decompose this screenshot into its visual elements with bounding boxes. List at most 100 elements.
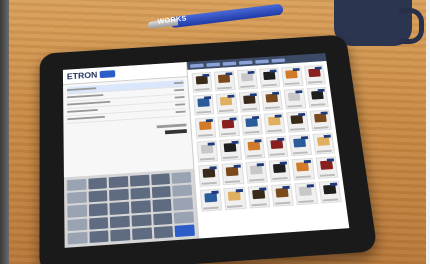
price-tag — [300, 136, 308, 140]
keypad-key[interactable] — [88, 190, 108, 203]
keypad-key[interactable] — [152, 212, 173, 226]
price-tag — [227, 94, 235, 98]
product-tile[interactable] — [268, 159, 292, 183]
keypad-key[interactable] — [129, 174, 150, 187]
keypad-key[interactable] — [67, 231, 88, 245]
category-tab[interactable] — [255, 58, 269, 64]
product-tile[interactable] — [318, 180, 342, 204]
keypad-key[interactable] — [150, 173, 171, 186]
product-tile[interactable] — [193, 94, 215, 116]
keypad-key[interactable] — [132, 227, 152, 241]
keypad-key[interactable] — [67, 178, 87, 192]
keypad-key[interactable] — [67, 191, 87, 205]
keypad-key[interactable] — [109, 202, 130, 215]
keypad-key[interactable] — [171, 171, 192, 185]
product-tile[interactable] — [240, 114, 263, 136]
product-tile[interactable] — [242, 137, 266, 160]
order-line-name — [67, 94, 104, 99]
product-tile[interactable] — [289, 134, 312, 157]
product-image — [228, 191, 242, 201]
product-image — [247, 141, 260, 151]
product-tile[interactable] — [223, 186, 247, 211]
product-tile[interactable] — [236, 69, 259, 90]
product-tile[interactable] — [309, 109, 332, 132]
category-tab[interactable] — [190, 63, 204, 68]
product-tile[interactable] — [217, 115, 240, 138]
product-tile[interactable] — [221, 162, 245, 186]
category-tab[interactable] — [238, 60, 253, 65]
product-caption — [194, 88, 210, 91]
mug-handle — [399, 8, 424, 44]
product-caption — [203, 206, 219, 210]
keypad-key[interactable] — [130, 200, 151, 214]
product-tile[interactable] — [258, 67, 281, 89]
category-tab[interactable] — [222, 61, 237, 66]
product-caption — [262, 83, 278, 87]
keypad-key[interactable] — [89, 230, 109, 244]
product-caption — [269, 152, 285, 156]
keypad-key[interactable] — [67, 218, 87, 231]
price-tag — [233, 164, 241, 168]
price-tag — [247, 70, 255, 74]
keypad-key[interactable] — [151, 186, 172, 199]
price-tag — [254, 139, 262, 143]
product-caption — [307, 80, 323, 84]
product-tile[interactable] — [199, 188, 223, 212]
keypad-key[interactable] — [67, 204, 87, 218]
product-tile[interactable] — [238, 91, 261, 113]
product-caption — [246, 154, 262, 158]
price-tag — [274, 114, 283, 118]
product-tile[interactable] — [263, 112, 286, 135]
product-tile[interactable] — [194, 117, 217, 139]
keypad-key[interactable] — [173, 197, 194, 211]
product-image — [322, 184, 337, 195]
product-tile[interactable] — [219, 138, 242, 162]
keypad-key[interactable] — [88, 177, 108, 190]
price-tag — [252, 115, 260, 120]
product-tile[interactable] — [306, 86, 329, 109]
product-tile[interactable] — [198, 164, 221, 187]
product-caption — [298, 200, 315, 204]
category-tab[interactable] — [271, 57, 286, 63]
keypad-key[interactable] — [110, 228, 131, 242]
product-tile[interactable] — [283, 88, 306, 110]
keypad-key[interactable] — [174, 224, 195, 238]
price-tag — [317, 88, 325, 92]
keypad-key[interactable] — [172, 184, 193, 198]
product-tile[interactable] — [214, 70, 236, 92]
keypad-key[interactable] — [88, 216, 109, 230]
product-tile[interactable] — [281, 66, 304, 87]
keypad-key[interactable] — [108, 176, 129, 189]
product-tile[interactable] — [315, 156, 339, 179]
product-tile[interactable] — [266, 135, 289, 158]
product-tile[interactable] — [191, 71, 213, 93]
product-tile[interactable] — [294, 182, 318, 206]
keypad-key[interactable] — [130, 187, 150, 200]
order-line-name — [66, 87, 97, 92]
category-tab[interactable] — [206, 62, 221, 67]
product-image — [310, 90, 324, 100]
price-tag — [269, 69, 277, 73]
product-tile[interactable] — [286, 111, 309, 133]
product-tile[interactable] — [303, 64, 326, 86]
product-tile[interactable] — [271, 183, 295, 207]
product-tile[interactable] — [196, 140, 219, 163]
order-panel: ETRON — [62, 61, 200, 248]
keypad-key[interactable] — [110, 215, 130, 228]
product-tile[interactable] — [291, 157, 315, 181]
product-image — [299, 186, 313, 196]
keypad-key[interactable] — [109, 188, 129, 202]
keypad-key[interactable] — [88, 203, 109, 217]
product-tile[interactable] — [312, 132, 336, 155]
product-tile[interactable] — [215, 92, 238, 115]
keypad-key[interactable] — [153, 225, 174, 239]
order-line-name — [67, 108, 98, 113]
product-tile[interactable] — [247, 185, 271, 209]
keypad-key[interactable] — [131, 213, 152, 227]
keypad-key[interactable] — [152, 199, 172, 212]
product-tile[interactable] — [261, 89, 284, 112]
product-caption — [244, 130, 260, 134]
price-tag — [235, 188, 243, 193]
product-tile[interactable] — [245, 160, 268, 184]
keypad-key[interactable] — [174, 210, 194, 224]
